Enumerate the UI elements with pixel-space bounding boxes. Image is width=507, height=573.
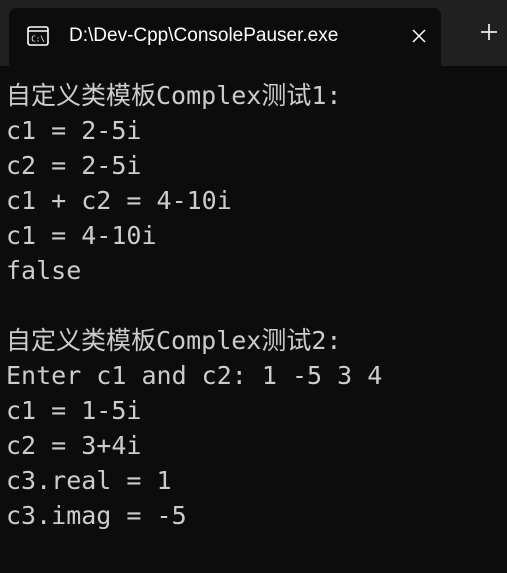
console-line: c1 = 2-5i	[6, 116, 142, 145]
console-lines: 自定义类模板Complex测试1: c1 = 2-5i c2 = 2-5i c1…	[6, 78, 382, 533]
close-icon[interactable]	[405, 22, 433, 50]
console-line: c3.imag = -5	[6, 501, 187, 530]
console-app-icon: C:\	[27, 25, 49, 47]
console-line: c3.real = 1	[6, 466, 172, 495]
svg-text:C:\: C:\	[31, 35, 45, 44]
console-output[interactable]: 自定义类模板Complex测试1: c1 = 2-5i c2 = 2-5i c1…	[0, 66, 507, 573]
console-line: c2 = 3+4i	[6, 431, 142, 460]
console-line: 自定义类模板Complex测试2:	[6, 326, 342, 355]
console-line: c1 = 1-5i	[6, 396, 142, 425]
terminal-tab[interactable]: C:\ D:\Dev-Cpp\ConsolePauser.exe	[9, 8, 441, 66]
console-line: c2 = 2-5i	[6, 151, 142, 180]
tab-bar: C:\ D:\Dev-Cpp\ConsolePauser.exe	[0, 0, 507, 66]
console-line: false	[6, 256, 82, 285]
console-line: 自定义类模板Complex测试1:	[6, 81, 342, 110]
console-line: c1 + c2 = 4-10i	[6, 186, 232, 215]
tab-title: D:\Dev-Cpp\ConsolePauser.exe	[69, 25, 339, 46]
plus-icon[interactable]	[476, 18, 502, 46]
console-line: Enter c1 and c2: 1 -5 3 4	[6, 361, 383, 390]
console-line: c1 = 4-10i	[6, 221, 157, 250]
